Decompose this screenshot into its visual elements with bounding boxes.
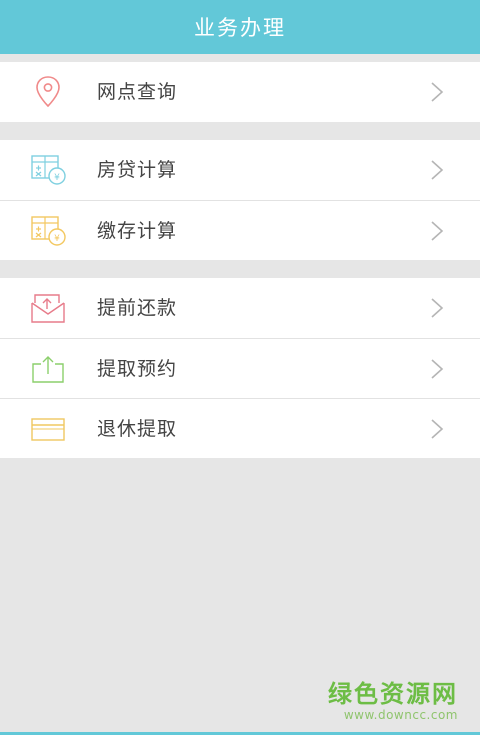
menu-item-mortgage-calc[interactable]: ¥ 房贷计算 [0,140,480,200]
menu-group-3: 提前还款 提取预约 退休提取 [0,278,480,458]
chevron-right-icon [430,359,444,379]
menu-item-retirement-withdrawal[interactable]: 退休提取 [0,398,480,458]
watermark-url: www.downcc.com [343,708,458,722]
menu-group-2: ¥ 房贷计算 ¥ 缴存计算 [0,140,480,260]
app-header: 业务办理 [0,0,480,54]
menu-item-label: 网点查询 [97,81,178,103]
menu-item-withdrawal-appointment[interactable]: 提取预约 [0,338,480,398]
watermark-title: 绿色资源网 [328,680,458,708]
menu-item-deposit-calc[interactable]: ¥ 缴存计算 [0,200,480,260]
chevron-right-icon [430,160,444,180]
chevron-right-icon [430,419,444,439]
menu-item-label: 退休提取 [97,418,178,440]
chevron-right-icon [430,298,444,318]
chevron-right-icon [430,221,444,241]
menu-item-label: 房贷计算 [97,159,178,181]
menu-group-1: 网点查询 [0,62,480,122]
menu-item-label: 缴存计算 [97,220,178,242]
location-pin-icon [26,75,70,109]
calculator-house-icon: ¥ [26,153,70,187]
svg-text:¥: ¥ [54,173,60,183]
calculator-deposit-icon: ¥ [26,214,70,248]
card-icon [26,412,70,446]
menu-item-label: 提前还款 [97,297,178,319]
tray-upload-icon [26,352,70,386]
page-title: 业务办理 [194,16,286,40]
menu-item-early-repayment[interactable]: 提前还款 [0,278,480,338]
menu-item-branch-search[interactable]: 网点查询 [0,62,480,122]
menu-item-label: 提取预约 [97,358,178,380]
svg-text:¥: ¥ [54,234,60,244]
chevron-right-icon [430,82,444,102]
watermark: 绿色资源网 www.downcc.com [328,680,458,722]
envelope-upload-icon [26,291,70,325]
